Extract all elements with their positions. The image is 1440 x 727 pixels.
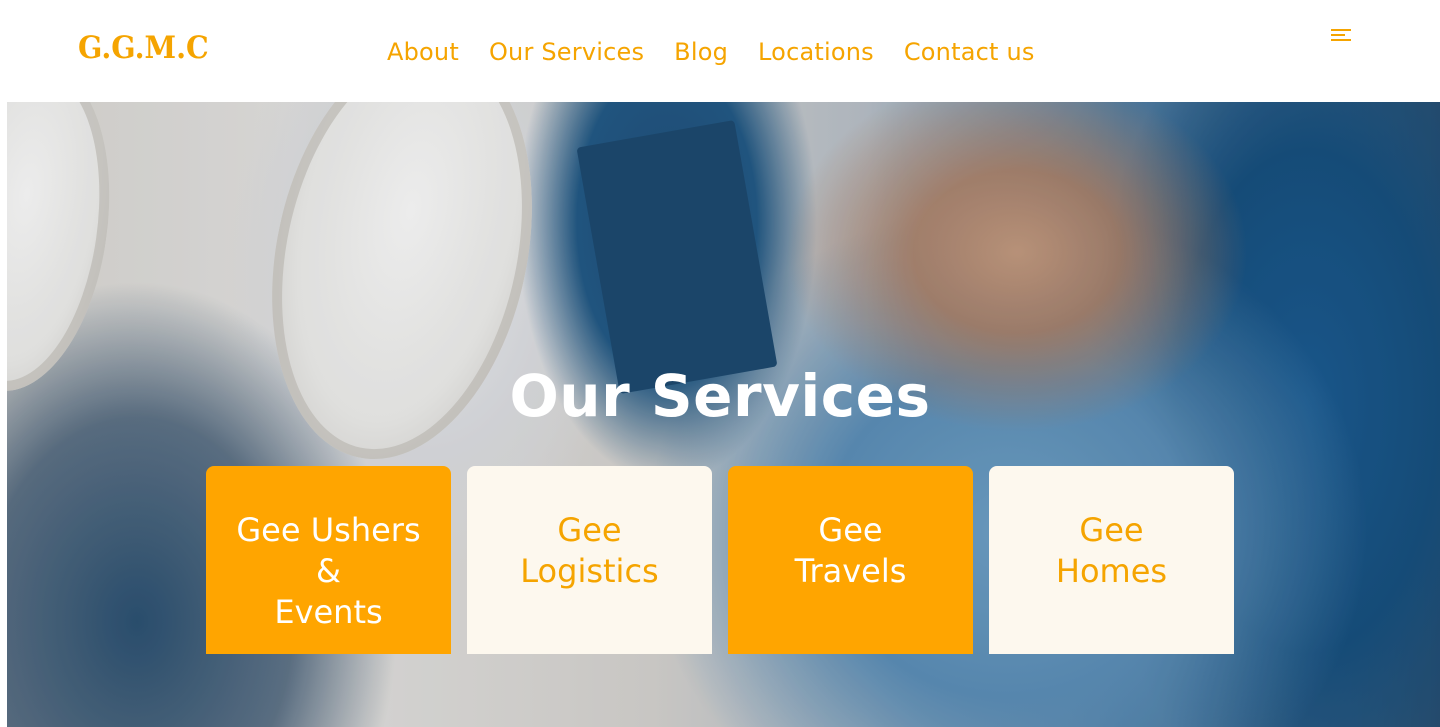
main-nav: About Our Services Blog Locations Contac… bbox=[387, 36, 1035, 68]
nav-link-contact-us[interactable]: Contact us bbox=[904, 38, 1035, 66]
service-card-label: Gee Ushers & Events bbox=[236, 511, 421, 631]
nav-link-about[interactable]: About bbox=[387, 38, 459, 66]
page-title: Our Services bbox=[509, 362, 931, 430]
site-logo[interactable]: G.G.M.C bbox=[78, 30, 209, 66]
site-header: G.G.M.C About Our Services Blog Location… bbox=[0, 0, 1440, 102]
service-card-homes[interactable]: Gee Homes bbox=[989, 466, 1234, 654]
menu-icon[interactable] bbox=[1331, 29, 1353, 43]
nav-link-blog[interactable]: Blog bbox=[674, 38, 728, 66]
nav-link-our-services[interactable]: Our Services bbox=[489, 38, 644, 66]
service-card-ushers-events[interactable]: Gee Ushers & Events bbox=[206, 466, 451, 654]
service-card-label: Gee Logistics bbox=[520, 511, 659, 590]
service-card-travels[interactable]: Gee Travels bbox=[728, 466, 973, 654]
service-card-logistics[interactable]: Gee Logistics bbox=[467, 466, 712, 654]
service-card-label: Gee Homes bbox=[1055, 511, 1168, 590]
nav-link-locations[interactable]: Locations bbox=[758, 38, 874, 66]
service-card-label: Gee Travels bbox=[794, 511, 907, 590]
